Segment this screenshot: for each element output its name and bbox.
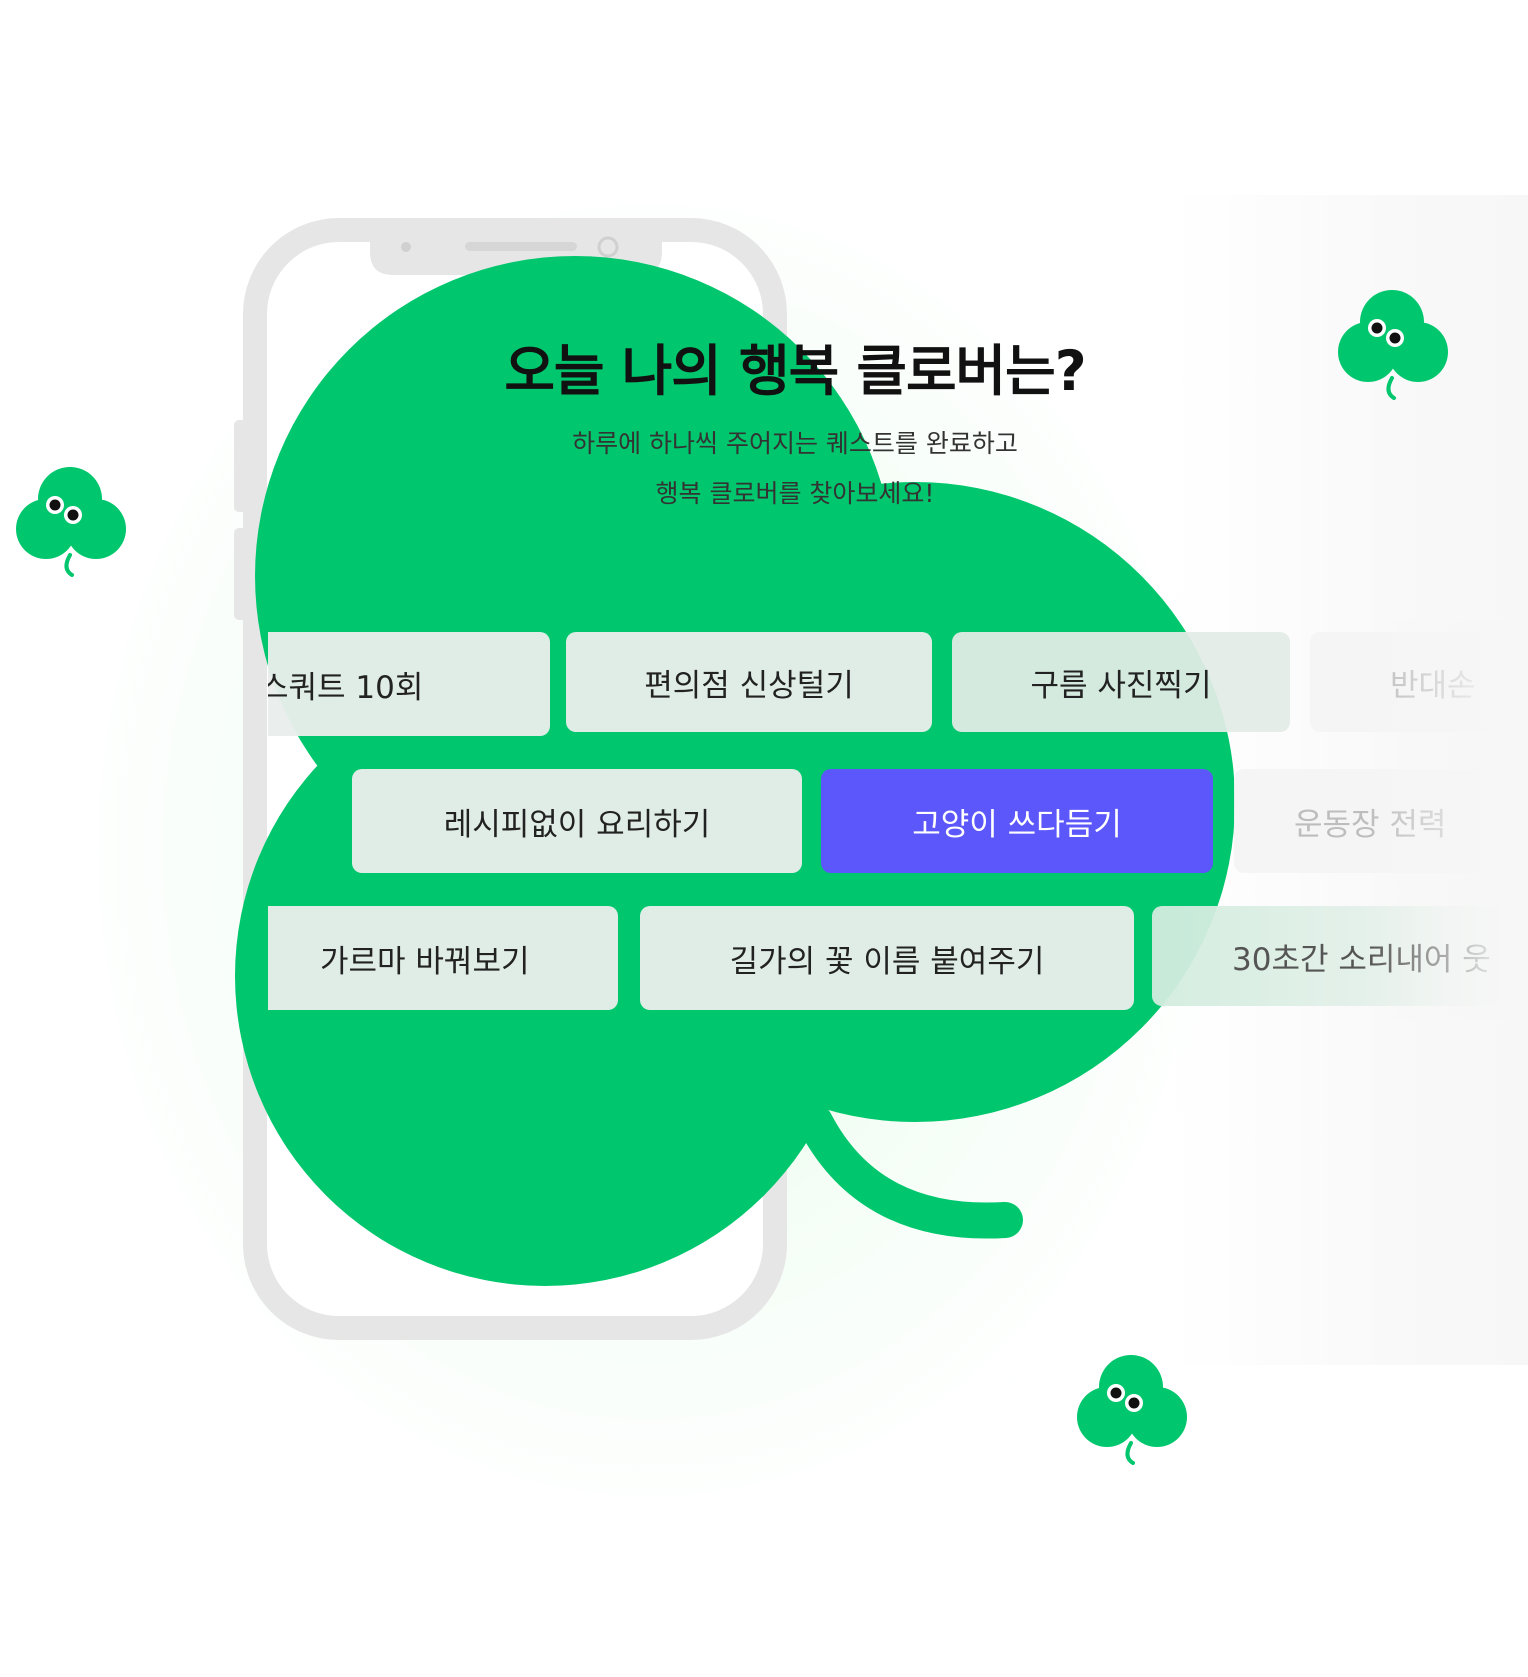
quest-chip[interactable]: 스쿼트 10회	[268, 632, 550, 736]
phone-sensor	[401, 242, 411, 252]
quest-chip[interactable]: 길가의 꽃 이름 붙여주기	[640, 906, 1134, 1010]
subtitle-line-2: 행복 클로버를 찾아보세요!	[655, 479, 935, 508]
phone-speaker	[465, 242, 577, 251]
quest-chip[interactable]: 편의점 신상털기	[566, 632, 932, 732]
clover-mascot-icon	[16, 467, 126, 577]
quest-chip[interactable]: 구름 사진찍기	[952, 632, 1290, 732]
quest-chip[interactable]: 레시피없이 요리하기	[352, 769, 802, 873]
quest-chip[interactable]: 30초간 소리내어 웃	[1152, 906, 1528, 1006]
subtitle-line-1: 하루에 하나씩 주어지는 퀘스트를 완료하고	[572, 429, 1018, 458]
quest-chip[interactable]: 운동장 전력	[1234, 769, 1528, 873]
quest-chip[interactable]: 반대손	[1310, 632, 1528, 732]
page-title: 오늘 나의 행복 클로버는?	[504, 339, 1086, 403]
quest-chip-selected[interactable]: 고양이 쓰다듬기	[821, 769, 1213, 873]
quest-carousel: 스쿼트 10회 편의점 신상털기 구름 사진찍기 반대손 레시피없이 요리하기 …	[268, 620, 1528, 1020]
quest-chip[interactable]: 가르마 바꿔보기	[268, 906, 618, 1010]
clover-mascot-icon	[1077, 1355, 1187, 1465]
clover-mascot-icon	[1338, 290, 1448, 400]
